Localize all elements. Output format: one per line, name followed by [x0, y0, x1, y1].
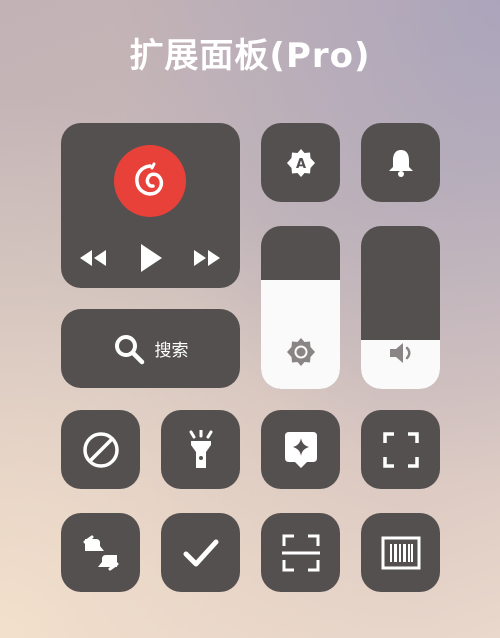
brightness-fill	[261, 279, 340, 389]
search-button[interactable]: 搜索	[61, 309, 240, 388]
notification-toggle[interactable]	[361, 123, 440, 202]
screenshot-button[interactable]	[361, 410, 440, 489]
block-icon	[82, 431, 119, 468]
check-icon	[183, 539, 218, 566]
brightness-icon	[261, 337, 340, 367]
bell-icon	[388, 149, 413, 177]
page-title: 扩展面板(Pro)	[129, 36, 371, 76]
assistant-button[interactable]	[261, 410, 340, 489]
flashlight-icon	[189, 429, 212, 468]
barcode-icon	[381, 536, 420, 569]
search-icon	[114, 334, 144, 364]
do-not-disturb-toggle[interactable]	[61, 410, 140, 489]
translate-button[interactable]	[61, 513, 140, 592]
search-label: 搜索	[154, 341, 189, 361]
sparkle-icon	[284, 431, 317, 468]
auto-brightness-icon: A	[286, 148, 315, 177]
scan-icon	[281, 534, 320, 571]
translate-icon	[83, 535, 118, 570]
volume-slider[interactable]	[361, 226, 440, 389]
scan-button[interactable]	[261, 513, 340, 592]
netease-music-icon[interactable]	[114, 145, 186, 217]
svg-text:A: A	[295, 157, 305, 172]
check-button[interactable]	[161, 513, 240, 592]
auto-brightness-toggle[interactable]: A	[261, 123, 340, 202]
next-icon[interactable]	[191, 242, 223, 274]
brightness-slider[interactable]	[261, 226, 340, 389]
play-icon[interactable]	[135, 242, 167, 274]
media-player-tile[interactable]	[61, 123, 240, 288]
screenshot-icon	[382, 431, 419, 468]
flashlight-toggle[interactable]	[161, 410, 240, 489]
volume-icon	[361, 341, 440, 365]
barcode-button[interactable]	[361, 513, 440, 592]
previous-icon[interactable]	[77, 242, 109, 274]
